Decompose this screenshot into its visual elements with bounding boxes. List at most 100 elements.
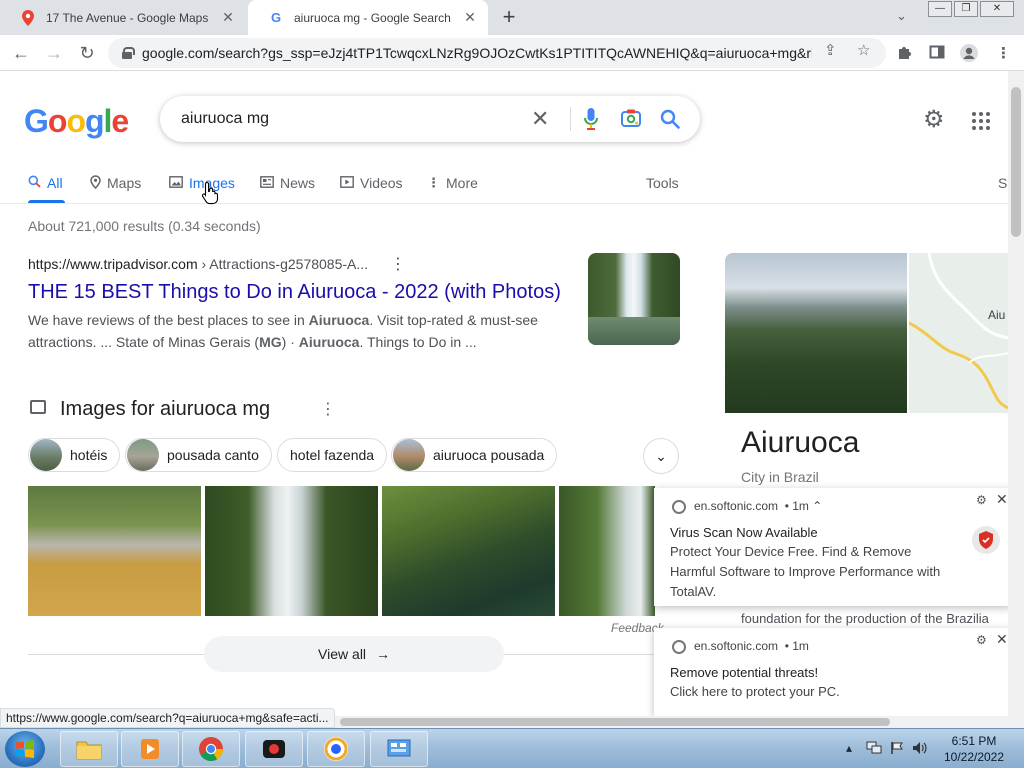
- tab-all[interactable]: All: [28, 173, 63, 193]
- video-icon: [340, 175, 354, 191]
- chip-thumbnail: [393, 439, 425, 471]
- search-submit-icon[interactable]: [660, 109, 680, 129]
- image-chip-pousada-canto[interactable]: pousada canto: [125, 438, 272, 472]
- tray-show-hidden-icon[interactable]: ▴: [846, 741, 852, 755]
- view-all-button[interactable]: View all →: [204, 636, 504, 672]
- image-result-waterfall[interactable]: [205, 486, 378, 616]
- image-chip-hoteis[interactable]: hotéis: [28, 438, 121, 472]
- chrome-source-icon: [672, 640, 686, 654]
- lens-camera-icon[interactable]: [621, 109, 641, 127]
- browser-tab-search[interactable]: G aiuruoca mg - Google Search ✕: [248, 0, 488, 35]
- knowledge-panel-photo[interactable]: [725, 253, 907, 413]
- back-arrow-icon[interactable]: ←: [9, 41, 33, 65]
- source-age: • 1m: [784, 499, 809, 513]
- tray-network-icon[interactable]: [866, 741, 882, 758]
- result-cite[interactable]: https://www.tripadvisor.com › Attraction…: [28, 256, 368, 272]
- chrome-menu-icon[interactable]: ⋮: [996, 44, 1011, 62]
- tab-label: Videos: [360, 175, 403, 191]
- google-apps-grid-icon[interactable]: [972, 112, 990, 130]
- tab-title: 17 The Avenue - Google Maps: [46, 10, 209, 25]
- notification-source: en.softonic.com • 1m ⌃: [694, 499, 822, 513]
- windows-logo-icon: [16, 740, 34, 758]
- tab-videos[interactable]: Videos: [340, 173, 403, 193]
- tab-search-chevron-icon[interactable]: ⌄: [896, 8, 907, 24]
- images-menu-icon[interactable]: ⋮: [320, 399, 336, 419]
- clock-date: 10/22/2022: [943, 750, 1005, 764]
- cite-host: https://www.tripadvisor.com: [28, 256, 198, 272]
- safesearch-button-edge[interactable]: S: [998, 173, 1007, 193]
- notification-close-icon[interactable]: ✕: [996, 491, 1008, 508]
- notification-remove-threats[interactable]: en.softonic.com • 1m ⚙ ✕ Remove potentia…: [654, 628, 1012, 716]
- image-result-waterfall-2[interactable]: [559, 486, 655, 616]
- lock-icon: [122, 47, 135, 59]
- google-logo[interactable]: Google: [24, 103, 129, 140]
- vertical-scroll-thumb[interactable]: [1011, 87, 1021, 237]
- taskbar-control-panel[interactable]: [370, 731, 428, 767]
- tab-more[interactable]: ⋮ More: [427, 173, 478, 193]
- tab-close-icon[interactable]: ✕: [462, 9, 478, 26]
- clear-search-icon[interactable]: ✕: [531, 106, 549, 132]
- knowledge-panel-subtitle: City in Brazil: [741, 469, 819, 485]
- search-input[interactable]: aiuruoca mg: [181, 110, 269, 128]
- microphone-icon[interactable]: [584, 108, 598, 130]
- taskbar-chrome[interactable]: [182, 731, 240, 767]
- minimize-button[interactable]: —: [928, 1, 952, 17]
- side-panel-icon[interactable]: [929, 44, 945, 64]
- status-bar-url: https://www.google.com/search?q=aiuruoca…: [0, 708, 335, 728]
- taskbar-file-explorer[interactable]: [60, 731, 118, 767]
- taskbar-vpn[interactable]: [307, 731, 365, 767]
- image-chip-hotel-fazenda[interactable]: hotel fazenda: [277, 438, 388, 472]
- extensions-puzzle-icon[interactable]: [897, 44, 913, 64]
- restore-button[interactable]: ❐: [954, 1, 978, 17]
- bookmark-star-icon[interactable]: ☆: [857, 41, 870, 59]
- images-section-heading: Images for aiuruoca mg: [60, 398, 271, 420]
- notification-body: Protect Your Device Free. Find & Remove …: [670, 544, 941, 599]
- chevron-up-icon[interactable]: ⌃: [812, 499, 822, 513]
- tray-volume-icon[interactable]: [912, 741, 928, 758]
- logo-letter: o: [66, 103, 86, 139]
- tools-button[interactable]: Tools: [646, 173, 679, 193]
- result-menu-icon[interactable]: ⋮: [390, 254, 406, 274]
- notification-settings-gear-icon[interactable]: ⚙: [976, 633, 987, 647]
- horizontal-scroll-thumb[interactable]: [340, 718, 890, 726]
- chip-label: pousada canto: [167, 447, 259, 463]
- shield-icon: [972, 526, 1000, 554]
- tools-label: Tools: [646, 175, 679, 191]
- tab-close-icon[interactable]: ✕: [220, 9, 236, 26]
- taskbar-clock[interactable]: 6:51 PM 10/22/2022: [932, 733, 1016, 765]
- result-thumbnail-waterfall[interactable]: [588, 253, 680, 345]
- notification-close-icon[interactable]: ✕: [996, 631, 1008, 648]
- reload-icon[interactable]: ↻: [75, 41, 99, 65]
- notification-settings-gear-icon[interactable]: ⚙: [976, 493, 987, 507]
- logo-letter: g: [84, 103, 105, 139]
- tab-label: Maps: [107, 175, 142, 191]
- image-result-river[interactable]: [28, 486, 201, 616]
- notification-virus-scan[interactable]: en.softonic.com • 1m ⌃ ⚙ ✕ Virus Scan No…: [654, 488, 1012, 606]
- tab-news[interactable]: News: [260, 173, 315, 193]
- chips-expand-chevron-icon[interactable]: ⌄: [643, 438, 679, 474]
- cite-path: › Attractions-g2578085-A...: [197, 256, 369, 272]
- notification-source: en.softonic.com • 1m: [694, 639, 809, 653]
- address-bar[interactable]: google.com/search?gs_ssp=eJzj4tTP1Tcwqcx…: [108, 38, 886, 68]
- tab-maps[interactable]: Maps: [90, 173, 141, 193]
- new-tab-button[interactable]: +: [498, 6, 520, 28]
- tab-label: All: [47, 175, 63, 191]
- profile-avatar-icon[interactable]: [960, 44, 978, 66]
- browser-tab-maps[interactable]: 17 The Avenue - Google Maps ✕: [0, 0, 246, 35]
- close-window-button[interactable]: ✕: [980, 1, 1014, 17]
- chip-thumbnail: [127, 439, 159, 471]
- windows-start-button[interactable]: [5, 731, 45, 767]
- search-box[interactable]: aiuruoca mg ✕: [160, 96, 700, 142]
- image-result-pool[interactable]: [382, 486, 555, 616]
- settings-gear-icon[interactable]: ⚙: [923, 108, 945, 132]
- knowledge-panel-map[interactable]: Aiu: [909, 253, 1008, 413]
- image-chip-aiuruoca-pousada[interactable]: aiuruoca pousada: [391, 438, 558, 472]
- forward-arrow-icon[interactable]: →: [42, 41, 66, 65]
- vertical-scrollbar[interactable]: [1008, 71, 1024, 728]
- taskbar-screen-recorder[interactable]: [245, 731, 303, 767]
- taskbar-media-player[interactable]: [121, 731, 179, 767]
- snippet-bold: MG: [259, 334, 282, 350]
- result-title-link[interactable]: THE 15 BEST Things to Do in Aiuruoca - 2…: [28, 281, 561, 304]
- tray-action-center-flag-icon[interactable]: [890, 741, 904, 758]
- share-icon[interactable]: ⇪: [824, 41, 837, 59]
